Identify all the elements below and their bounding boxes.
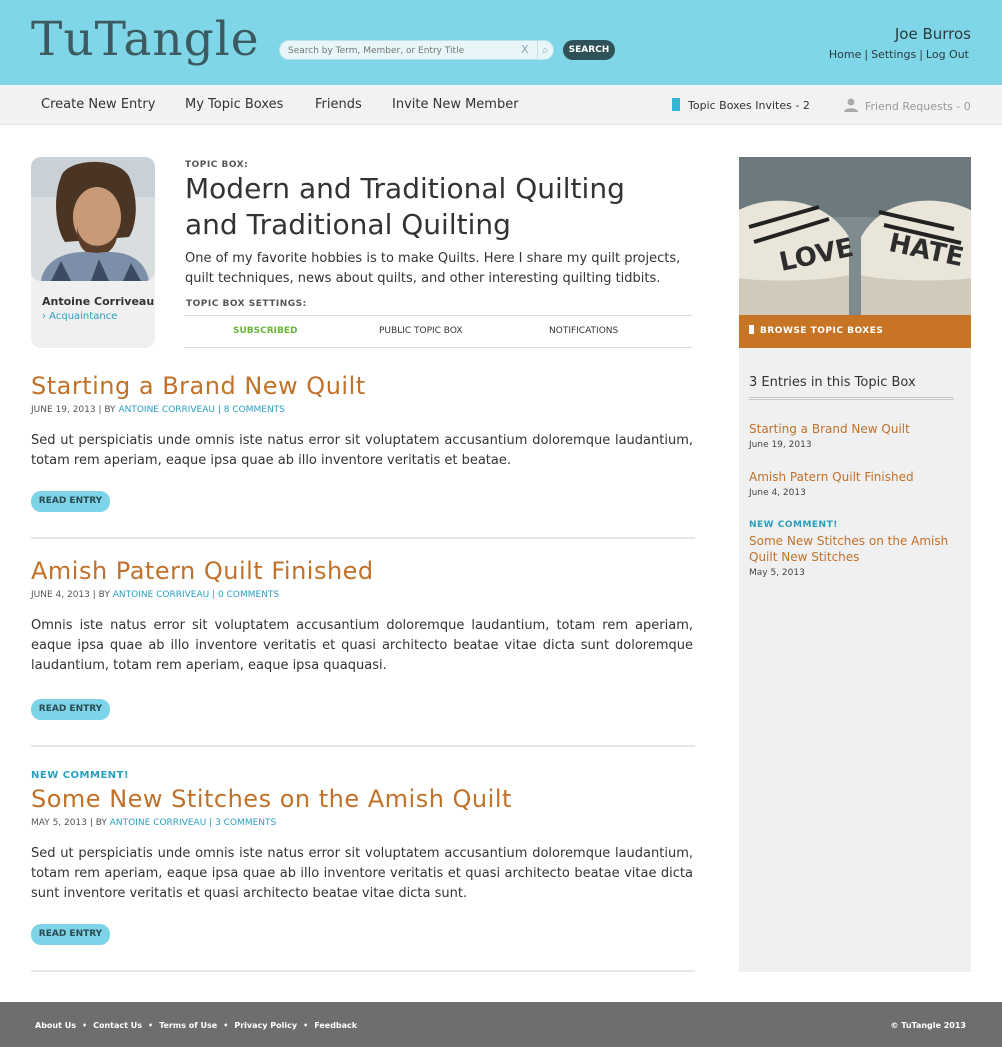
entry-author-link[interactable]: ANTOINE CORRIVEAU <box>110 818 207 828</box>
bullet-separator: • <box>223 1021 229 1030</box>
entry-divider <box>31 537 695 539</box>
logout-link[interactable]: Log Out <box>926 48 969 61</box>
entry-excerpt: Sed ut perspiciatis unde omnis iste natu… <box>31 433 693 468</box>
main-nav: Create New Entry My Topic Boxes Friends … <box>0 85 1002 125</box>
topic-box-cover-image[interactable]: LOVE HATE <box>739 157 971 315</box>
nav-invite-member[interactable]: Invite New Member <box>392 97 519 112</box>
sidebar-entry-date: June 4, 2013 <box>749 488 806 498</box>
profile-name[interactable]: Antoine Corriveau <box>42 295 154 308</box>
browse-label: BROWSE TOPIC BOXES <box>760 326 884 336</box>
bullet-separator: • <box>303 1021 309 1030</box>
search-icon[interactable]: ⌕ <box>537 41 549 59</box>
friend-requests-label: Friend Requests - 0 <box>865 100 971 113</box>
sidebar-rule <box>749 397 954 400</box>
entry-title[interactable]: Starting a Brand New Quilt <box>31 372 366 400</box>
entry-date: JUNE 4, 2013 <box>31 590 90 600</box>
person-icon <box>844 98 858 112</box>
footer-terms-link[interactable]: Terms of Use <box>159 1021 217 1030</box>
profile-relation[interactable]: › Acquaintance <box>42 311 117 322</box>
browse-topic-boxes-button[interactable]: BROWSE TOPIC BOXES <box>739 315 971 348</box>
footer-contact-link[interactable]: Contact Us <box>93 1021 142 1030</box>
topic-box-title: Modern and Traditional Quilting and Trad… <box>185 172 625 241</box>
entry-meta: MAY 5, 2013 | BY ANTOINE CORRIVEAU | 3 C… <box>31 818 276 828</box>
footer-links: About Us • Contact Us • Terms of Use • Privacy… <box>35 1021 357 1030</box>
entry-divider <box>31 745 695 747</box>
topic-box-icon <box>749 325 754 334</box>
read-entry-button[interactable]: READ ENTRY <box>31 699 110 720</box>
entry-comments-link[interactable]: 0 COMMENTS <box>218 590 279 600</box>
home-link[interactable]: Home <box>829 48 861 61</box>
topic-box-label: TOPIC BOX: <box>185 160 249 170</box>
entry-date: MAY 5, 2013 <box>31 818 87 828</box>
entry-separator: | <box>217 405 221 415</box>
topic-box-settings-label: TOPIC BOX SETTINGS: <box>186 299 307 309</box>
entry-by: | BY <box>89 818 107 828</box>
read-entry-button[interactable]: READ ENTRY <box>31 491 110 512</box>
entry-excerpt: Sed ut perspiciatis unde omnis iste natu… <box>31 846 693 901</box>
entry-meta: JUNE 19, 2013 | BY ANTOINE CORRIVEAU | 8… <box>31 405 285 415</box>
entry-author-link[interactable]: ANTOINE CORRIVEAU <box>113 590 210 600</box>
clear-icon[interactable]: X <box>521 43 529 56</box>
topic-box-settings: SUBSCRIBED PUBLIC TOPIC BOX NOTIFICATION… <box>184 315 692 348</box>
search-input[interactable] <box>288 43 513 58</box>
sidebar-entry-link[interactable]: Starting a Brand New Quilt <box>749 421 959 437</box>
separator: | <box>864 48 869 61</box>
nav-friends[interactable]: Friends <box>315 97 362 112</box>
entry-excerpt: Omnis iste natus error sit voluptatem ac… <box>31 618 693 673</box>
entry-divider <box>31 970 695 972</box>
site-logo[interactable]: TuTangle <box>31 12 260 67</box>
profile-card: Antoine Corriveau › Acquaintance <box>31 157 155 348</box>
read-entry-button[interactable]: READ ENTRY <box>31 924 110 945</box>
avatar[interactable] <box>31 157 155 281</box>
public-topic-box-toggle[interactable]: PUBLIC TOPIC BOX <box>379 326 463 336</box>
friend-requests[interactable]: Friend Requests - 0 <box>843 98 971 113</box>
entry-separator: | <box>209 818 213 828</box>
entry-comments-link[interactable]: 8 COMMENTS <box>224 405 285 415</box>
entry-author-link[interactable]: ANTOINE CORRIVEAU <box>118 405 215 415</box>
site-footer: About Us • Contact Us • Terms of Use • Privacy… <box>0 1002 1002 1047</box>
sidebar-entry-link[interactable]: Amish Patern Quilt Finished <box>749 469 959 485</box>
nav-create-entry[interactable]: Create New Entry <box>41 97 155 112</box>
copyright: © TuTangle 2013 <box>890 1021 966 1030</box>
search-box: X ⌕ <box>279 40 554 60</box>
site-header: TuTangle X ⌕ SEARCH Joe Burros Home|Sett… <box>0 0 1002 85</box>
entry-title[interactable]: Amish Patern Quilt Finished <box>31 557 374 585</box>
entry-meta: JUNE 4, 2013 | BY ANTOINE CORRIVEAU | 0 … <box>31 590 279 600</box>
bullet-separator: • <box>148 1021 154 1030</box>
user-links: Home | Settings | Log Out <box>829 48 969 61</box>
topic-box-icon <box>672 98 680 111</box>
entry-by: | BY <box>92 590 110 600</box>
nav-my-topic-boxes[interactable]: My Topic Boxes <box>185 97 283 112</box>
topic-box-invites-label: Topic Boxes Invites - 2 <box>688 99 810 112</box>
bullet-separator: • <box>81 1021 88 1030</box>
settings-link[interactable]: Settings <box>871 48 916 61</box>
entry-comments-link[interactable]: 3 COMMENTS <box>215 818 276 828</box>
notifications-toggle[interactable]: NOTIFICATIONS <box>549 326 618 336</box>
subscribed-toggle[interactable]: SUBSCRIBED <box>233 326 298 336</box>
entry-title[interactable]: Some New Stitches on the Amish Quilt <box>31 785 512 813</box>
sidebar-heading: 3 Entries in this Topic Box <box>749 375 916 390</box>
entry-date: JUNE 19, 2013 <box>31 405 96 415</box>
topic-box-invites[interactable]: Topic Boxes Invites - 2 <box>672 98 810 112</box>
user-name: Joe Burros <box>894 25 971 43</box>
new-comment-badge: NEW COMMENT! <box>31 770 130 781</box>
sidebar-entries-panel: 3 Entries in this Topic Box Starting a B… <box>739 348 971 972</box>
footer-about-link[interactable]: About Us <box>35 1021 76 1030</box>
sidebar-entry-date: June 19, 2013 <box>749 440 812 450</box>
entry-separator: | <box>212 590 216 600</box>
sidebar-entry-date: May 5, 2013 <box>749 568 805 578</box>
footer-privacy-link[interactable]: Privacy Policy <box>234 1021 297 1030</box>
footer-feedback-link[interactable]: Feedback <box>314 1021 357 1030</box>
new-comment-badge: NEW COMMENT! <box>749 520 838 530</box>
sidebar-entry-link[interactable]: Some New Stitches on the Amish Quilt New… <box>749 533 959 565</box>
entry-by: | BY <box>98 405 116 415</box>
topic-box-description: One of my favorite hobbies is to make Qu… <box>185 251 681 286</box>
search-button[interactable]: SEARCH <box>563 40 615 60</box>
separator: | <box>919 48 923 61</box>
